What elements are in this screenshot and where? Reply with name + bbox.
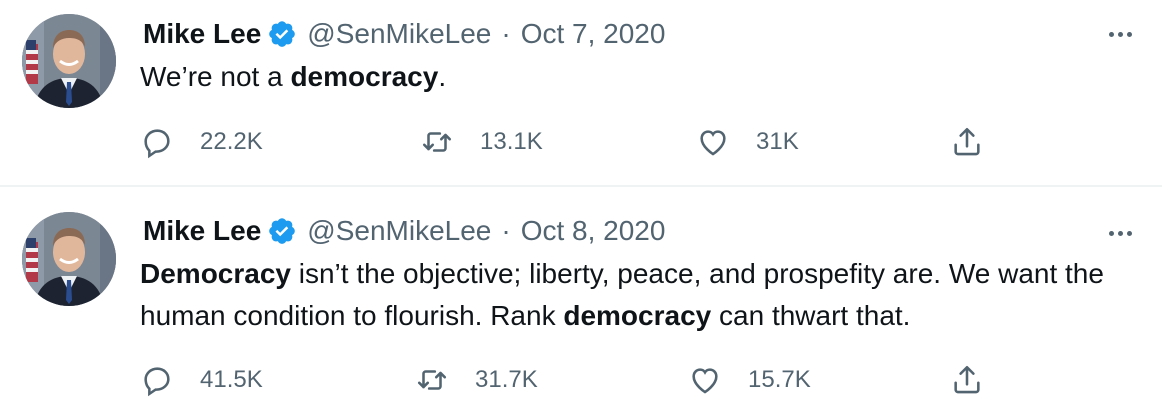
reply-icon [144, 129, 170, 159]
reply-count: 41.5K [200, 366, 263, 393]
author-name[interactable]: Mike Lee [143, 215, 261, 247]
tweet-text: We’re not a democracy. [140, 56, 1144, 98]
retweet-icon [417, 370, 447, 390]
separator: · [501, 18, 511, 49]
reply-count: 22.2K [200, 128, 263, 155]
author-handle[interactable]: @SenMikeLee [307, 215, 491, 247]
tweet-header: Mike Lee @SenMikeLee · Oct 7, 2020 [143, 14, 665, 54]
dot [1117, 230, 1123, 236]
retweet-count: 13.1K [480, 128, 543, 155]
separator: · [501, 215, 511, 246]
tweet-feed: Mike Lee @SenMikeLee · Oct 7, 2020 We’re… [0, 0, 1162, 406]
highlighted-term: Democracy [140, 258, 291, 289]
retweet-button[interactable]: 31.7K [415, 360, 538, 400]
tweet-header: Mike Lee @SenMikeLee · Oct 8, 2020 [143, 211, 665, 251]
text-segment: . [438, 61, 447, 92]
dot [1126, 31, 1132, 37]
tweet-text: Democracy isn’t the objective; liberty, … [140, 253, 1144, 337]
more-options-icon[interactable] [1100, 22, 1140, 46]
tweet[interactable]: Mike Lee @SenMikeLee · Oct 7, 2020 We’re… [0, 0, 1162, 186]
highlighted-term: democracy [563, 300, 712, 331]
heart-icon [700, 130, 726, 156]
text-segment: can thwart that. [711, 300, 911, 331]
share-icon [954, 127, 980, 156]
dot [1108, 31, 1114, 37]
reply-button[interactable]: 22.2K [140, 122, 263, 162]
dot [1126, 230, 1132, 236]
share-icon [954, 365, 980, 394]
dot [1117, 31, 1123, 37]
retweet-button[interactable]: 13.1K [420, 122, 543, 162]
dot [1108, 230, 1114, 236]
action-bar: 41.5K 31.7K 15.7K [140, 360, 1000, 400]
heart-icon [692, 368, 718, 394]
like-button[interactable]: 31K [696, 122, 799, 162]
like-count: 15.7K [748, 366, 811, 393]
avatar[interactable] [22, 14, 116, 108]
author-handle[interactable]: @SenMikeLee [307, 18, 491, 50]
text-segment: We’re not a [140, 61, 291, 92]
action-bar: 22.2K 13.1K 31K [140, 122, 1000, 162]
tweet-date[interactable]: Oct 7, 2020 [521, 18, 666, 50]
author-name[interactable]: Mike Lee [143, 18, 261, 50]
share-button[interactable] [950, 360, 984, 400]
verified-badge-icon [267, 216, 297, 246]
tweet-date[interactable]: Oct 8, 2020 [521, 215, 666, 247]
retweet-count: 31.7K [475, 366, 538, 393]
like-button[interactable]: 15.7K [688, 360, 811, 400]
reply-icon [144, 367, 170, 397]
reply-button[interactable]: 41.5K [140, 360, 263, 400]
highlighted-term: democracy [290, 61, 439, 92]
tweet[interactable]: Mike Lee @SenMikeLee · Oct 8, 2020 Democ… [0, 187, 1162, 406]
retweet-icon [422, 132, 452, 152]
verified-badge-icon [267, 19, 297, 49]
more-options-icon[interactable] [1100, 221, 1140, 245]
like-count: 31K [756, 128, 799, 155]
avatar[interactable] [22, 212, 116, 306]
share-button[interactable] [950, 122, 984, 162]
